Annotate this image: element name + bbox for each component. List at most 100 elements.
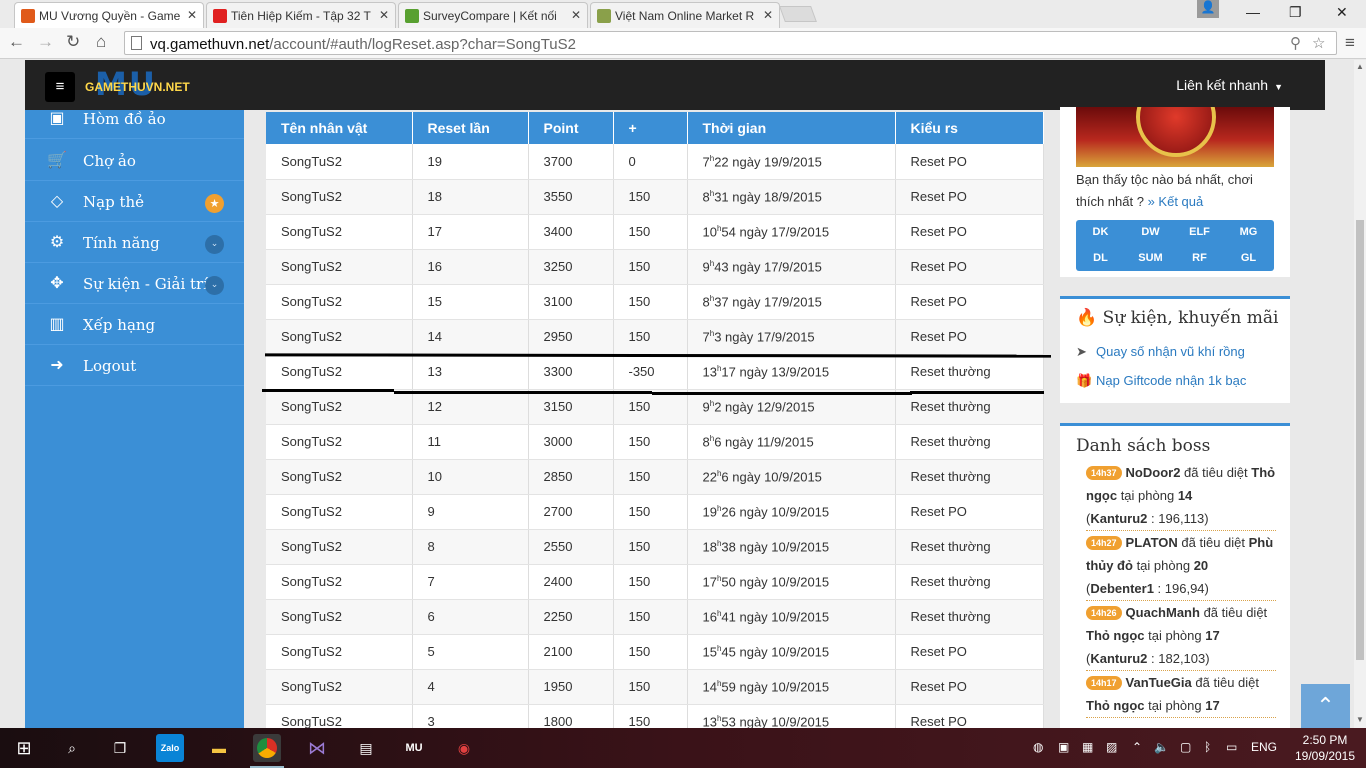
event-link[interactable]: ➤ Quay số nhận vũ khí rồng: [1076, 344, 1245, 360]
class-button-elf[interactable]: ELF: [1175, 220, 1224, 245]
logout-icon: ➜: [50, 355, 64, 374]
cell-time: 7h22 ngày 19/9/2015: [687, 144, 896, 180]
task-view-icon[interactable]: ❐: [106, 734, 134, 762]
sidebar-item-su-kien[interactable]: ✥ Sự kiện - Giải trí ⌄: [25, 263, 244, 304]
cell-name: SongTuS2: [266, 459, 413, 495]
game-launcher-icon[interactable]: ◉: [450, 734, 478, 762]
class-vote-grid: DK DW ELF MG DL SUM RF GL: [1076, 220, 1274, 271]
taskbar-clock[interactable]: 2:50 PM 19/09/2015: [1290, 732, 1360, 764]
chrome-menu-icon[interactable]: ≡: [1345, 33, 1355, 53]
input-language[interactable]: ENG: [1251, 740, 1277, 754]
cell-type: Reset thường: [895, 424, 1044, 460]
extension-icon[interactable]: ⚲: [1290, 34, 1301, 52]
file-explorer-icon[interactable]: ▬: [205, 734, 233, 762]
cell-name: SongTuS2: [266, 704, 413, 728]
back-icon[interactable]: ←: [8, 32, 25, 52]
cell-time: 8h37 ngày 17/9/2015: [687, 284, 896, 320]
event-link[interactable]: 🎁 Nạp Giftcode nhận 1k bạc: [1076, 373, 1246, 389]
cell-point: 3550: [528, 179, 614, 215]
close-window-icon[interactable]: ✕: [1336, 4, 1348, 21]
sidebar-item-nap-the[interactable]: ◇ Nạp thẻ ★: [25, 181, 244, 222]
site-logo[interactable]: MU GAMETHUVN.NET: [85, 65, 205, 103]
sidebar-item-logout[interactable]: ➜ Logout: [25, 345, 244, 386]
new-tab-button[interactable]: [779, 6, 817, 22]
class-button-rf[interactable]: RF: [1175, 246, 1224, 271]
tray-app-icon[interactable]: ▣: [1058, 740, 1069, 754]
page-icon: [131, 36, 142, 50]
reset-log-body: SongTuS2 19 3700 0 7h22 ngày 19/9/2015 Reset …: [266, 144, 1044, 728]
bookmark-star-icon[interactable]: ☆: [1312, 34, 1325, 52]
url-text[interactable]: vq.gamethuvn.net/account/#auth/logReset.…: [150, 36, 576, 53]
poll-result-link[interactable]: » Kết quả: [1148, 194, 1204, 209]
sidebar-item-tinh-nang[interactable]: ⚙ Tính năng ⌄: [25, 222, 244, 263]
cell-plus: 150: [613, 214, 688, 250]
class-button-dk[interactable]: DK: [1076, 220, 1125, 245]
kill-text: đã tiêu diệt: [1195, 675, 1259, 690]
search-icon[interactable]: ⌕: [58, 734, 86, 762]
reload-icon[interactable]: ↻: [66, 32, 80, 52]
tray-volume-icon[interactable]: 🔈: [1154, 740, 1169, 754]
tray-bluetooth-icon[interactable]: ᛒ: [1204, 740, 1211, 754]
tray-app-icon[interactable]: ▦: [1082, 740, 1093, 754]
cell-name: SongTuS2: [266, 214, 413, 250]
sidebar-item-hom-do-ao[interactable]: ▣ Hòm đồ ảo: [25, 98, 244, 139]
restore-icon[interactable]: ❐: [1289, 4, 1302, 21]
diamond-icon: ◇: [50, 191, 64, 210]
page-scrollbar[interactable]: ▲ ▼: [1354, 60, 1366, 728]
mu-game-icon[interactable]: MU: [400, 734, 428, 762]
tray-app-icon[interactable]: ▢: [1180, 740, 1191, 754]
scroll-to-top-button[interactable]: ⌃: [1301, 684, 1350, 728]
survey-favicon-icon: [405, 9, 419, 23]
class-button-gl[interactable]: GL: [1224, 246, 1273, 271]
chevron-down-icon[interactable]: ⌄: [205, 276, 224, 295]
class-button-dw[interactable]: DW: [1126, 220, 1175, 245]
browser-toolbar: ← → ↻ ⌂ vq.gamethuvn.net/account/#auth/l…: [0, 28, 1366, 59]
cell-name: SongTuS2: [266, 354, 413, 390]
events-panel: 🔥 Sự kiện, khuyến mãi ➤ Quay số nhận vũ k…: [1060, 296, 1290, 403]
browser-tab-vn-market[interactable]: Việt Nam Online Market R ✕: [590, 2, 780, 28]
close-tab-icon[interactable]: ✕: [763, 8, 773, 22]
app-icon[interactable]: ▤: [352, 734, 380, 762]
profile-icon[interactable]: 👤: [1197, 0, 1219, 18]
column-header: Thời gian: [687, 112, 896, 144]
killer-name: NoDoor2: [1125, 465, 1181, 480]
tray-notification-icon[interactable]: ▭: [1226, 740, 1237, 754]
tray-network-icon[interactable]: ◍: [1033, 740, 1043, 754]
cell-time: 13h53 ngày 10/9/2015: [687, 704, 896, 728]
scroll-down-icon[interactable]: ▼: [1356, 715, 1364, 724]
class-button-dl[interactable]: DL: [1076, 246, 1125, 271]
room-number: 17: [1205, 698, 1220, 713]
cell-name: SongTuS2: [266, 564, 413, 600]
browser-tab-surveycompare[interactable]: SurveyCompare | Kết nối ✕: [398, 2, 588, 28]
browser-tab-tien-hiep[interactable]: Tiên Hiệp Kiếm - Tập 32 T ✕: [206, 2, 396, 28]
sidebar-item-xep-hang[interactable]: ▥ Xếp hạng: [25, 304, 244, 345]
class-button-mg[interactable]: MG: [1224, 220, 1273, 245]
tray-chevron-icon[interactable]: ⌃: [1132, 740, 1142, 754]
sidebar-item-cho-ao[interactable]: 🛒 Chợ ảo: [25, 140, 244, 181]
quick-links-dropdown[interactable]: Liên kết nhanh ▼: [1176, 77, 1283, 93]
kill-time-badge: 14h27: [1086, 536, 1122, 550]
close-tab-icon[interactable]: ✕: [571, 8, 581, 22]
table-row: SongTuS2 15 3100 150 8h37 ngày 17/9/2015 Rese…: [266, 284, 1044, 320]
chevron-down-icon[interactable]: ⌄: [205, 235, 224, 254]
close-tab-icon[interactable]: ✕: [187, 8, 197, 22]
map-coords: : 196,94): [1157, 581, 1209, 596]
cell-type: Reset PO: [895, 214, 1044, 250]
address-bar[interactable]: vq.gamethuvn.net/account/#auth/logReset.…: [124, 31, 1337, 55]
cell-reset: 9: [412, 494, 529, 530]
home-icon[interactable]: ⌂: [96, 32, 106, 52]
scrollbar-thumb[interactable]: [1356, 220, 1364, 660]
tray-app-icon[interactable]: ▨: [1106, 740, 1117, 754]
close-tab-icon[interactable]: ✕: [379, 8, 389, 22]
zalo-icon[interactable]: Zalo: [156, 734, 184, 762]
minimize-icon[interactable]: —: [1246, 4, 1260, 20]
forward-icon[interactable]: →: [37, 32, 54, 52]
class-button-sum[interactable]: SUM: [1126, 246, 1175, 271]
browser-tab-mu[interactable]: MU Vương Quyền - Game ✕: [14, 2, 204, 29]
gift-icon: 🎁: [1076, 373, 1093, 388]
windows-start-icon[interactable]: ⊞: [10, 734, 38, 762]
chrome-icon[interactable]: [253, 734, 281, 762]
scroll-up-icon[interactable]: ▲: [1356, 62, 1364, 71]
visual-studio-icon[interactable]: ⋈: [303, 734, 331, 762]
poll-banner-image: [1076, 107, 1274, 167]
